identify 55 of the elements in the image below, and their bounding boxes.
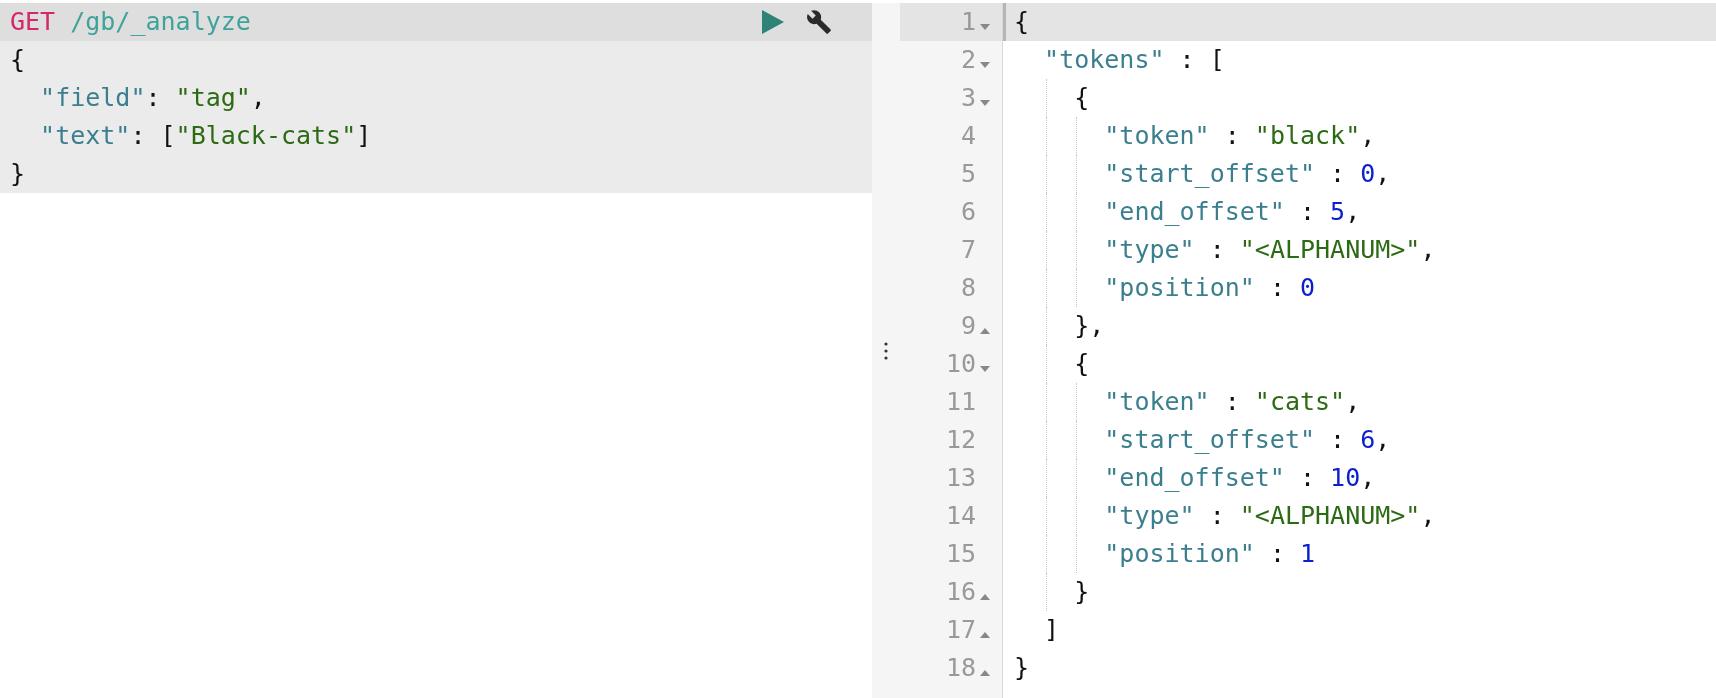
play-button[interactable] xyxy=(762,10,784,34)
code-line: "position" : 1 xyxy=(1003,535,1716,573)
code-line: }, xyxy=(1003,307,1716,345)
code-line: { xyxy=(9,44,27,76)
fold-arrow-icon[interactable] xyxy=(980,366,990,372)
code-line: "position" : 0 xyxy=(1003,269,1716,307)
code-line: "end_offset" : 10, xyxy=(1003,459,1716,497)
line-number: 9 xyxy=(960,310,976,342)
fold-arrow-icon[interactable] xyxy=(980,62,990,68)
line-number: 1 xyxy=(960,6,976,38)
resize-handle[interactable] xyxy=(872,3,900,698)
line-number: 11 xyxy=(945,386,976,418)
line-number: 16 xyxy=(945,576,976,608)
fold-arrow-icon[interactable] xyxy=(980,632,990,638)
line-number: 7 xyxy=(960,234,976,266)
line-number: 6 xyxy=(960,196,976,228)
code-line: { xyxy=(1003,79,1716,117)
code-line: ] xyxy=(1043,614,1061,646)
code-line: "token" : "cats", xyxy=(1003,383,1716,421)
line-number: 15 xyxy=(945,538,976,570)
line-number: 10 xyxy=(945,348,976,380)
fold-arrow-icon[interactable] xyxy=(980,594,990,600)
code-line: "type" : "<ALPHANUM>", xyxy=(1003,231,1716,269)
request-line: GET /gb/_analyze xyxy=(10,6,252,38)
vertical-dots-icon xyxy=(884,341,888,360)
request-editor[interactable]: GET /gb/_analyze { "field": "tag", "text": ["Black-cats"] } xyxy=(0,3,872,193)
line-number: 3 xyxy=(960,82,976,114)
wrench-icon xyxy=(806,9,832,35)
code-line: } xyxy=(1003,573,1716,611)
code-line: "type" : "<ALPHANUM>", xyxy=(1003,497,1716,535)
code-line: { xyxy=(1003,345,1716,383)
line-number: 8 xyxy=(960,272,976,304)
line-number: 17 xyxy=(945,614,976,646)
code-line: "end_offset" : 5, xyxy=(1003,193,1716,231)
fold-arrow-icon[interactable] xyxy=(980,100,990,106)
code-line: } xyxy=(1013,652,1031,684)
line-number: 2 xyxy=(960,44,976,76)
line-number: 12 xyxy=(945,424,976,456)
fold-arrow-icon[interactable] xyxy=(980,670,990,676)
line-number: 18 xyxy=(945,652,976,684)
settings-button[interactable] xyxy=(806,9,832,35)
code-line: "start_offset" : 0, xyxy=(1003,155,1716,193)
code-line: "tokens" : [ xyxy=(1043,44,1226,76)
line-number: 5 xyxy=(960,158,976,190)
code-line: "field": "tag", xyxy=(39,82,267,114)
play-icon xyxy=(762,10,784,34)
fold-arrow-icon[interactable] xyxy=(980,24,990,30)
code-line: "token" : "black", xyxy=(1003,117,1716,155)
code-line: "text": ["Black-cats"] xyxy=(39,120,373,152)
code-line: } xyxy=(9,158,27,190)
code-line: "start_offset" : 6, xyxy=(1003,421,1716,459)
fold-arrow-icon[interactable] xyxy=(980,328,990,334)
line-number: 4 xyxy=(960,120,976,152)
line-number: 14 xyxy=(945,500,976,532)
line-number: 13 xyxy=(945,462,976,494)
